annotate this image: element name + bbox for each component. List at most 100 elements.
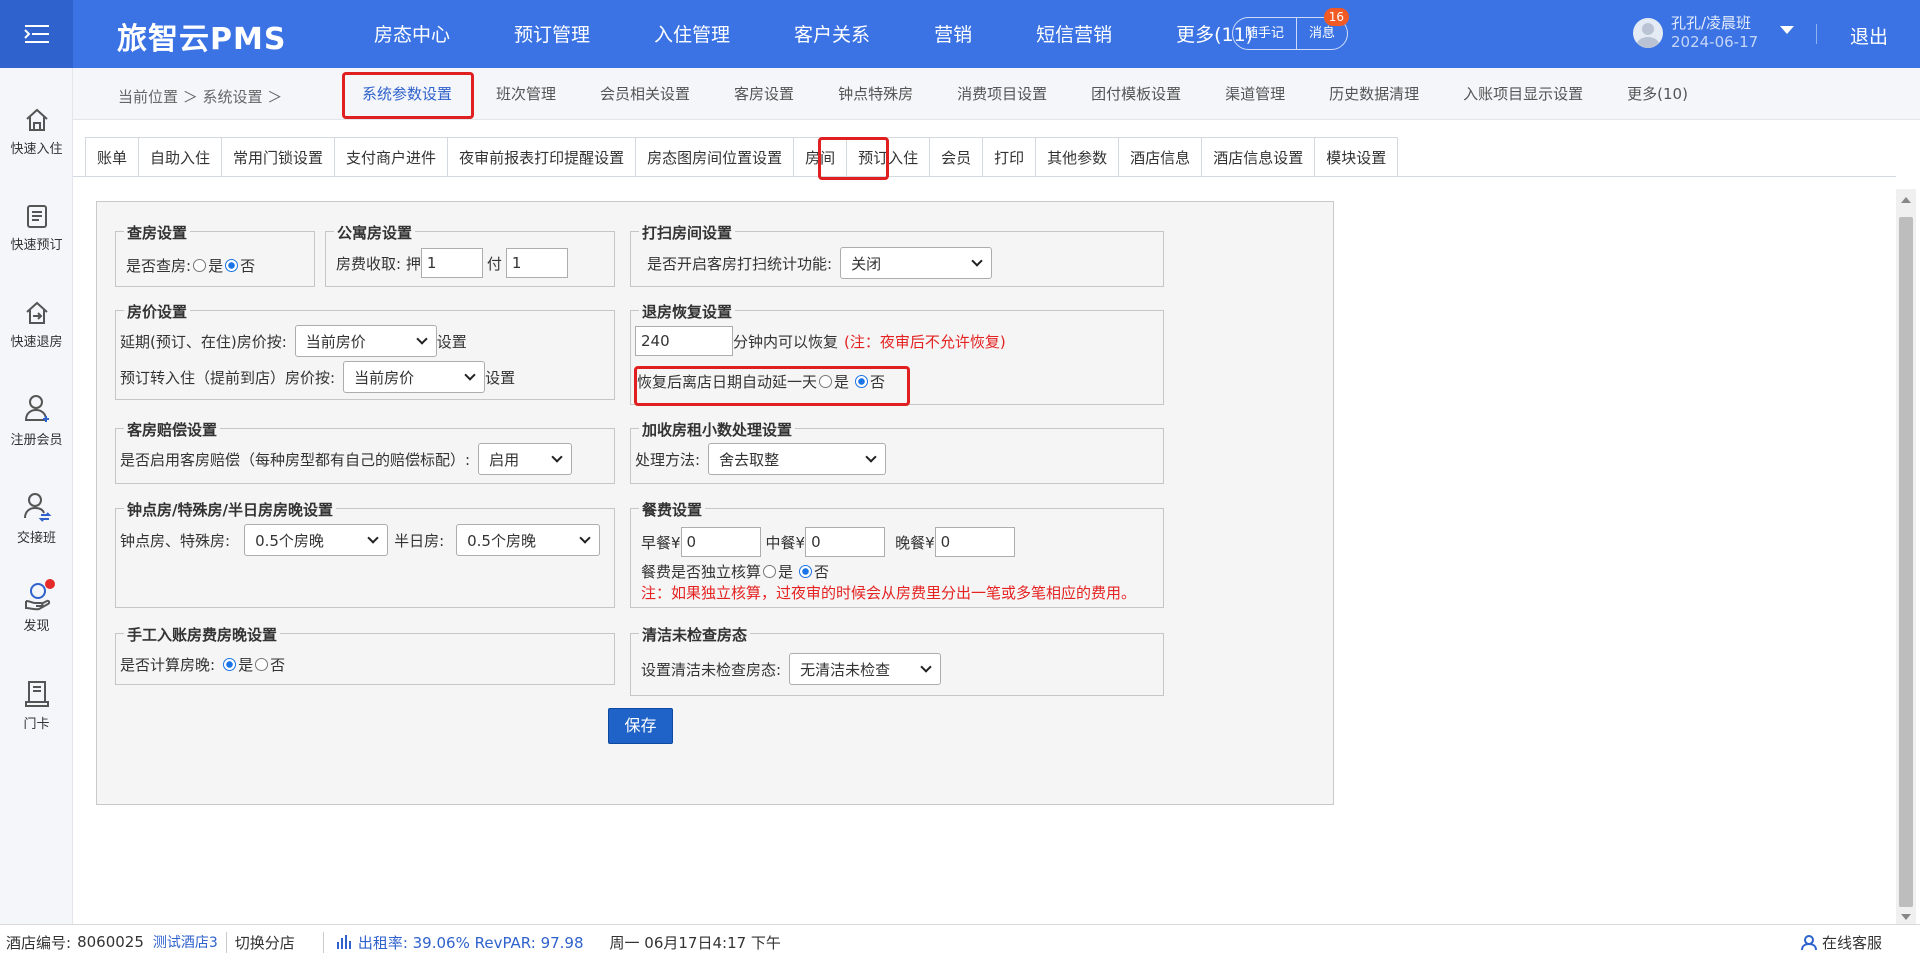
tab-hotel-info-settings[interactable]: 酒店信息设置 [1201,137,1315,177]
topnav-booking[interactable]: 预订管理 [490,0,614,68]
tab-posting-display[interactable]: 入账项目显示设置 [1449,68,1597,120]
scroll-down-icon[interactable] [1901,914,1911,920]
lunch-input[interactable]: 0 [805,527,886,557]
tab-shift-management[interactable]: 班次管理 [482,68,570,120]
add-member-icon [24,395,49,422]
extend-yes-radio[interactable] [819,375,833,388]
breakfast-input[interactable]: 0 [680,527,761,557]
restore-minutes-input[interactable]: 240 [635,326,733,356]
scroll-up-icon[interactable] [1901,197,1911,203]
extend-no-radio[interactable] [855,375,869,388]
chevron-down-icon[interactable] [1780,26,1794,34]
topnav-sms[interactable]: 短信营销 [1012,0,1136,68]
tab-consumption-items[interactable]: 消费项目设置 [943,68,1061,120]
logout-button[interactable]: 退出 [1850,22,1888,49]
sidebar-item-door-card[interactable]: 门卡 [0,679,73,732]
user-date: 2024-06-17 [1671,33,1759,51]
sidebar-item-label: 快速退房 [10,335,63,350]
tab-history-cleanup[interactable]: 历史数据清理 [1315,68,1433,120]
topnav-crm[interactable]: 客户关系 [770,0,894,68]
tab-self-checkin[interactable]: 自助入住 [138,137,222,177]
tab-more[interactable]: 更多(10) [1613,68,1702,120]
chevron-down-icon [579,532,591,544]
chevron-down-icon [971,255,983,267]
tab-member[interactable]: 会员 [929,137,983,177]
tab-system-params[interactable]: 系统参数设置 [348,68,466,120]
manual-label: 是否计算房晚: [120,656,216,674]
save-button[interactable]: 保存 [608,708,673,744]
tab-bill[interactable]: 账单 [85,137,139,177]
online-service-button[interactable]: 在线客服 [1800,932,1882,953]
tab-other-params[interactable]: 其他参数 [1035,137,1119,177]
hourly-night-select[interactable]: 0.5个房晚 [244,524,389,556]
sidebar: 快速入住 快速预订 快速退房 注册会员 交接班 发现 门卡 [0,68,73,924]
restore-suffix: 分钟内可以恢复 [733,332,839,351]
check-room-yes-radio[interactable] [193,259,207,272]
booking-to-checkin-price-select[interactable]: 当前房价 [343,361,486,393]
tab-group-templates[interactable]: 团付模板设置 [1077,68,1195,120]
manual-posting-section: 手工入账房费房晚设置 是否计算房晚: 是 否 [115,624,615,685]
dinner-input[interactable]: 0 [934,527,1015,557]
sidebar-item-label: 发现 [23,619,50,634]
tab-print[interactable]: 打印 [982,137,1036,177]
topnav-checkin[interactable]: 入住管理 [630,0,754,68]
sidebar-item-handover[interactable]: 交接班 [0,491,73,546]
top-bar: 旅智云PMS 房态中心 预订管理 入住管理 客户关系 营销 短信营销 更多(11… [0,0,1920,68]
tab-booking-checkin[interactable]: 预订入住 [846,137,930,177]
tab-payment-merchant[interactable]: 支付商户进件 [334,137,448,177]
tab-channel-management[interactable]: 渠道管理 [1211,68,1299,120]
tab-night-audit-print[interactable]: 夜审前报表打印提醒设置 [447,137,636,177]
manual-no-radio[interactable] [255,658,269,671]
clean-status-select[interactable]: 无清洁未检查 [789,653,942,685]
manual-yes-radio[interactable] [223,658,237,671]
decimal-method-select[interactable]: 舍去取整 [708,443,887,475]
tab-door-lock[interactable]: 常用门锁设置 [221,137,335,177]
current-datetime: 周一 06月17日4:17 下午 [609,933,781,952]
hotel-id-label: 酒店编号: [6,933,72,952]
tab-module-settings[interactable]: 模块设置 [1314,137,1399,177]
hourly-label: 钟点房、特殊房: [120,531,231,550]
switch-branch-link[interactable]: 切换分店 [225,931,295,953]
radio-label: 否 [270,656,286,674]
sidebar-item-quick-checkout[interactable]: 快速退房 [0,299,73,350]
room-price-row-1: 延期(预订、在住)房价按: 当前房价 设置 [120,325,467,357]
sidebar-item-discover[interactable]: 发现 [0,579,73,634]
menu-toggle-button[interactable] [0,0,73,68]
compensation-select[interactable]: 启用 [478,443,573,475]
tab-room-map-position[interactable]: 房态图房间位置设置 [635,137,794,177]
select-value: 舍去取整 [719,450,780,469]
sidebar-item-quick-booking[interactable]: 快速预订 [0,202,73,253]
memo-button[interactable]: 随手记 [1233,18,1296,49]
occupancy-stat: 出租率: 39.06% RevPAR: 97.98 [322,931,584,953]
topnav-marketing[interactable]: 营销 [910,0,996,68]
radio-label: 是 [778,563,794,581]
tab-member-settings[interactable]: 会员相关设置 [586,68,704,120]
sidebar-item-register-member[interactable]: 注册会员 [0,393,73,448]
tab-room[interactable]: 房间 [793,137,847,177]
independent-yes-radio[interactable] [763,565,777,578]
cleaning-select[interactable]: 关闭 [840,247,993,279]
check-room-label: 是否查房: [126,257,192,275]
scrollbar-thumb[interactable] [1899,217,1913,907]
independent-no-radio[interactable] [799,565,813,578]
topnav-room-status[interactable]: 房态中心 [350,0,474,68]
independent-label: 餐费是否独立核算 [641,563,762,581]
chevron-down-icon [551,451,563,463]
tab-room-settings[interactable]: 客房设置 [720,68,808,120]
sidebar-item-quick-checkin[interactable]: 快速入住 [0,106,73,157]
deposit-input[interactable]: 1 [420,248,483,278]
restore-minutes-row: 240 分钟内可以恢复 (注：夜审后不允许恢复) [635,326,1006,356]
half-day-night-select[interactable]: 0.5个房晚 [456,524,601,556]
select-value: 当前房价 [354,368,415,387]
extend-price-select[interactable]: 当前房价 [294,325,437,357]
user-info[interactable]: 孔孔/凌晨班 2024-06-17 [1633,14,1758,52]
check-room-no-radio[interactable] [225,259,239,272]
message-button[interactable]: 消息 16 [1296,8,1350,49]
tab-hourly-rooms[interactable]: 钟点特殊房 [824,68,927,120]
chevron-down-icon [464,369,476,381]
scrollbar[interactable] [1896,189,1916,924]
app-logo: 旅智云PMS [117,22,287,57]
tab-hotel-info[interactable]: 酒店信息 [1118,137,1202,177]
sidebar-item-label: 快速预订 [10,238,63,253]
pay-input[interactable]: 1 [505,248,568,278]
